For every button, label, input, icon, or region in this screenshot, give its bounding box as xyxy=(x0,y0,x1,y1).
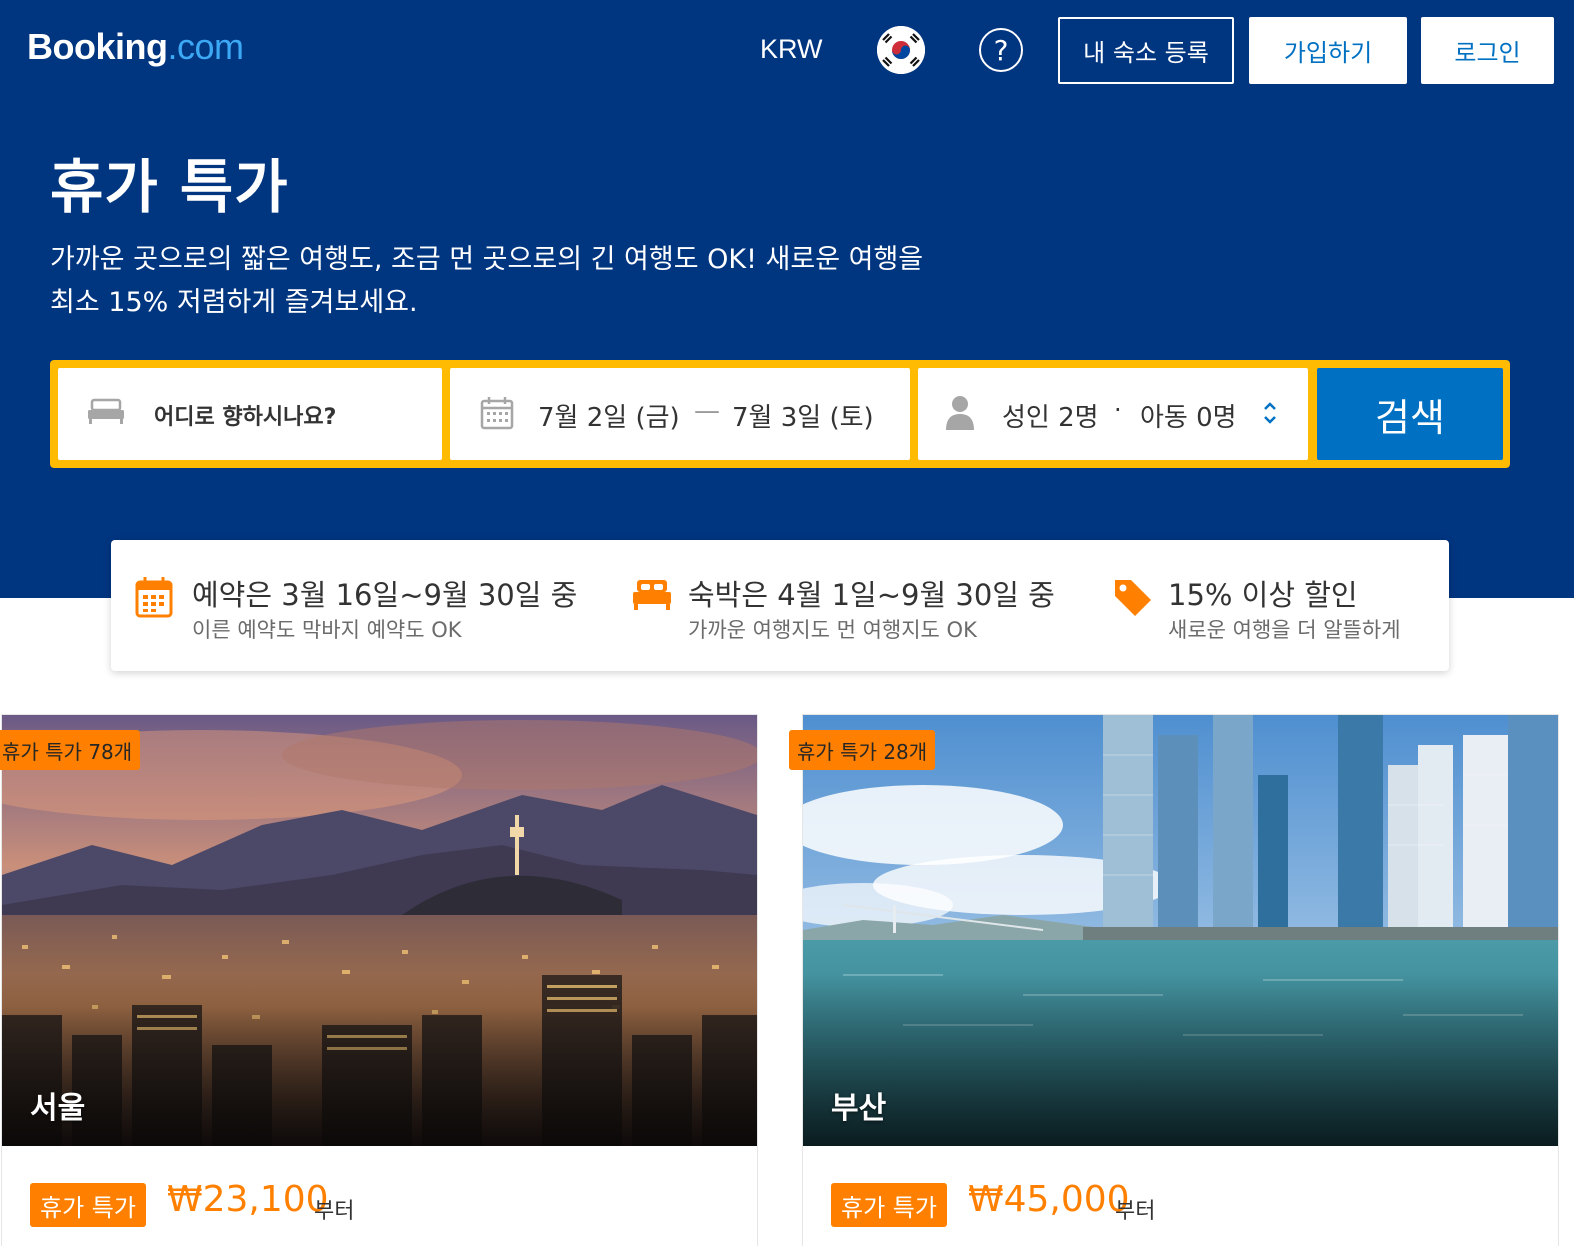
hero-subtitle: 가까운 곳으로의 짧은 여행도, 조금 먼 곳으로의 긴 여행도 OK! 새로운… xyxy=(50,238,1110,324)
deal-badge: 휴가 특가 xyxy=(831,1183,947,1227)
deal-count-badge: 휴가 특가 28개 xyxy=(789,730,936,770)
guests-selector[interactable]: 성인 2명 · 아동 0명 xyxy=(918,368,1308,460)
person-icon xyxy=(944,394,976,436)
calendar-icon xyxy=(480,396,514,434)
price-suffix: 부터 xyxy=(314,1199,355,1224)
currency-selector[interactable]: KRW xyxy=(760,34,823,65)
calendar-icon xyxy=(135,576,173,622)
children-count: 아동 0명 xyxy=(1140,403,1237,433)
bed-icon xyxy=(631,576,673,616)
checkin-date: 7월 2일 (금) xyxy=(538,403,680,433)
checkout-date: 7월 3일 (토) xyxy=(732,403,874,433)
busan-city-image xyxy=(803,715,1558,1146)
booking-logo[interactable]: Booking.com xyxy=(27,26,244,68)
price-row: 휴가 특가 ₩23,100 부터 xyxy=(30,1179,730,1227)
hero-subtitle-line1: 가까운 곳으로의 짧은 여행도, 조금 먼 곳으로의 긴 여행도 OK! 새로운… xyxy=(50,244,924,275)
date-separator: — xyxy=(694,396,720,426)
guest-separator: · xyxy=(1114,396,1122,424)
destination-card-seoul[interactable]: 휴가 특가 78개 서울 휴가 특가 ₩23,100 부터 xyxy=(0,714,758,1246)
benefit-title: 예약은 3월 16일~9월 30일 중 xyxy=(192,578,578,612)
seoul-city-image xyxy=(2,715,757,1146)
deal-count-badge: 휴가 특가 78개 xyxy=(0,730,141,770)
deal-badge: 휴가 특가 xyxy=(30,1183,146,1227)
adults-count: 성인 2명 xyxy=(1002,403,1099,433)
destination-card-busan[interactable]: 휴가 특가 28개 부산 휴가 특가 ₩45,000 부터 xyxy=(789,714,1559,1246)
bed-icon xyxy=(86,398,126,430)
price-tag-icon xyxy=(1111,576,1153,622)
login-button[interactable]: 로그인 xyxy=(1421,17,1554,84)
search-button[interactable]: 검색 xyxy=(1317,368,1503,460)
hero-section: Booking.com KRW ? 내 숙소 등록 가입하기 로그인 휴가 특가… xyxy=(0,0,1574,598)
price: ₩45,000 xyxy=(968,1179,1130,1220)
benefit-subtitle: 새로운 여행을 더 알뜰하게 xyxy=(1168,618,1401,642)
benefit-title: 숙박은 4월 1일~9월 30일 중 xyxy=(688,578,1055,612)
page-title: 휴가 특가 xyxy=(50,153,289,221)
price-suffix: 부터 xyxy=(1115,1199,1156,1224)
logo-main: Booking xyxy=(27,26,168,67)
chevron-updown-icon xyxy=(1262,400,1278,430)
price: ₩23,100 xyxy=(167,1179,329,1220)
destination-input[interactable]: 어디로 향하시나요? xyxy=(58,368,442,460)
benefit-subtitle: 이른 예약도 막바지 예약도 OK xyxy=(192,618,462,642)
logo-tld: .com xyxy=(167,26,244,67)
benefit-title: 15% 이상 할인 xyxy=(1168,578,1358,612)
search-bar: 어디로 향하시나요? 7월 2일 (금) — 7월 3일 (토) 성인 2명 ·… xyxy=(50,360,1510,468)
south-korea-flag-icon[interactable] xyxy=(877,26,925,74)
city-name: 서울 xyxy=(30,1091,86,1126)
benefits-panel: 예약은 3월 16일~9월 30일 중 이른 예약도 막바지 예약도 OK 숙박… xyxy=(111,540,1449,671)
benefit-subtitle: 가까운 여행지도 먼 여행지도 OK xyxy=(688,618,977,642)
price-row: 휴가 특가 ₩45,000 부터 xyxy=(831,1179,1531,1227)
destination-placeholder: 어디로 향하시나요? xyxy=(154,405,337,430)
city-name: 부산 xyxy=(831,1091,887,1126)
list-property-button[interactable]: 내 숙소 등록 xyxy=(1058,17,1234,84)
signup-button[interactable]: 가입하기 xyxy=(1249,17,1407,84)
question-circle-icon[interactable]: ? xyxy=(979,28,1023,72)
date-range-picker[interactable]: 7월 2일 (금) — 7월 3일 (토) xyxy=(450,368,910,460)
hero-subtitle-line2: 최소 15% 저렴하게 즐겨보세요. xyxy=(50,287,418,318)
